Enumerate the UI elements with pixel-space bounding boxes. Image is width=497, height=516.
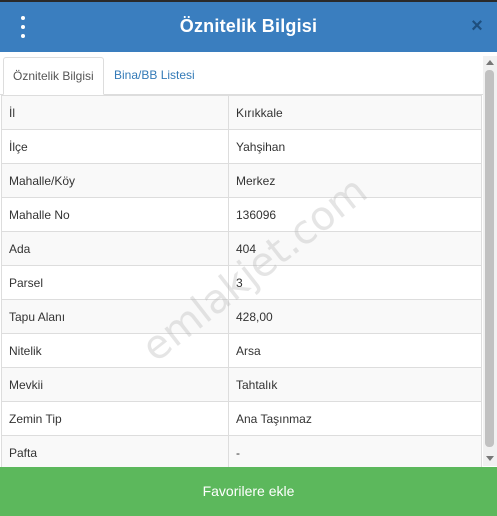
- table-row: Mahalle No 136096: [1, 197, 482, 232]
- table-row: Zemin Tip Ana Taşınmaz: [1, 401, 482, 436]
- scroll-up-arrow-icon[interactable]: [486, 60, 494, 65]
- table-row: Nitelik Arsa: [1, 333, 482, 368]
- scrollbar-thumb[interactable]: [485, 70, 494, 447]
- attribute-key: Mahalle/Köy: [1, 163, 229, 198]
- attribute-table: İl Kırıkkale İlçe Yahşihan Mahalle/Köy M…: [1, 95, 482, 467]
- header-bar: Öznitelik Bilgisi ×: [0, 0, 497, 52]
- table-row: İl Kırıkkale: [1, 95, 482, 130]
- attribute-value: 404: [228, 231, 482, 266]
- attribute-value: Tahtalık: [228, 367, 482, 402]
- tab-bina-bb-listesi[interactable]: Bina/BB Listesi: [105, 57, 204, 95]
- attribute-value: Ana Taşınmaz: [228, 401, 482, 436]
- attribute-key: Parsel: [1, 265, 229, 300]
- add-to-favorites-button[interactable]: Favorilere ekle: [0, 467, 497, 516]
- dialog-title: Öznitelik Bilgisi: [179, 16, 318, 36]
- attribute-value: Yahşihan: [228, 129, 482, 164]
- attribute-key: Nitelik: [1, 333, 229, 368]
- attribute-key: Ada: [1, 231, 229, 266]
- table-row: Mahalle/Köy Merkez: [1, 163, 482, 198]
- attribute-value: Kırıkkale: [228, 95, 482, 130]
- attribute-key: Mevkii: [1, 367, 229, 402]
- table-row: Tapu Alanı 428,00: [1, 299, 482, 334]
- table-row: Ada 404: [1, 231, 482, 266]
- scroll-down-arrow-icon[interactable]: [486, 456, 494, 461]
- table-row: Parsel 3: [1, 265, 482, 300]
- attribute-value: Arsa: [228, 333, 482, 368]
- attribute-key: Tapu Alanı: [1, 299, 229, 334]
- close-icon[interactable]: ×: [469, 16, 485, 36]
- tab-bar: Öznitelik Bilgisi Bina/BB Listesi: [0, 52, 497, 95]
- vertical-scrollbar[interactable]: [483, 56, 497, 466]
- table-row: Pafta -: [1, 435, 482, 467]
- attribute-value: -: [228, 435, 482, 467]
- attribute-key: Pafta: [1, 435, 229, 467]
- attribute-key: Zemin Tip: [1, 401, 229, 436]
- attribute-key: Mahalle No: [1, 197, 229, 232]
- attribute-table-container: İl Kırıkkale İlçe Yahşihan Mahalle/Köy M…: [0, 95, 482, 467]
- attribute-value: 3: [228, 265, 482, 300]
- attribute-value: 428,00: [228, 299, 482, 334]
- attribute-key: İl: [1, 95, 229, 130]
- tab-oznitelik-bilgisi[interactable]: Öznitelik Bilgisi: [3, 57, 104, 95]
- attribute-key: İlçe: [1, 129, 229, 164]
- attribute-value: Merkez: [228, 163, 482, 198]
- table-row: İlçe Yahşihan: [1, 129, 482, 164]
- table-row: Mevkii Tahtalık: [1, 367, 482, 402]
- attribute-value: 136096: [228, 197, 482, 232]
